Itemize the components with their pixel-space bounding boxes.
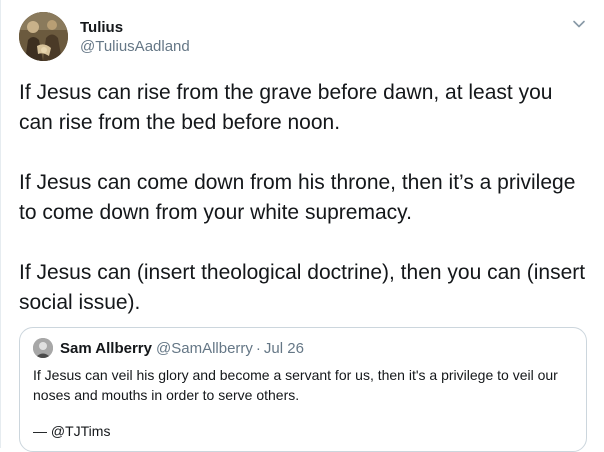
quoted-date[interactable]: Jul 26 <box>264 340 304 357</box>
author-avatar[interactable] <box>19 12 68 61</box>
tweet-card: Tulius @TuliusAadland If Jesus can rise … <box>0 0 603 452</box>
quoted-header: Sam Allberry @SamAllberry · Jul 26 <box>60 340 304 358</box>
tweet-text: If Jesus can rise from the grave before … <box>19 78 589 318</box>
quoted-author-handle[interactable]: @SamAllberry <box>156 340 253 357</box>
chevron-down-icon[interactable] <box>569 14 589 34</box>
author-handle[interactable]: @TuliusAadland <box>80 38 190 56</box>
tweet-paragraph: If Jesus can rise from the grave before … <box>19 81 553 134</box>
quoted-author-name[interactable]: Sam Allberry <box>60 340 152 357</box>
author-name[interactable]: Tulius <box>80 19 123 37</box>
quoted-signature: — @TJTims <box>33 423 111 439</box>
quoted-author-avatar[interactable] <box>33 338 53 358</box>
tweet-paragraph: If Jesus can come down from his throne, … <box>19 171 576 224</box>
quoted-separator: · <box>255 340 261 357</box>
quoted-tweet[interactable]: Sam Allberry @SamAllberry · Jul 26 If Jesus… <box>19 327 587 452</box>
tweet-paragraph: If Jesus can (insert theological doctrin… <box>19 261 586 314</box>
quoted-text: If Jesus can veil his glory and become a… <box>33 367 558 403</box>
